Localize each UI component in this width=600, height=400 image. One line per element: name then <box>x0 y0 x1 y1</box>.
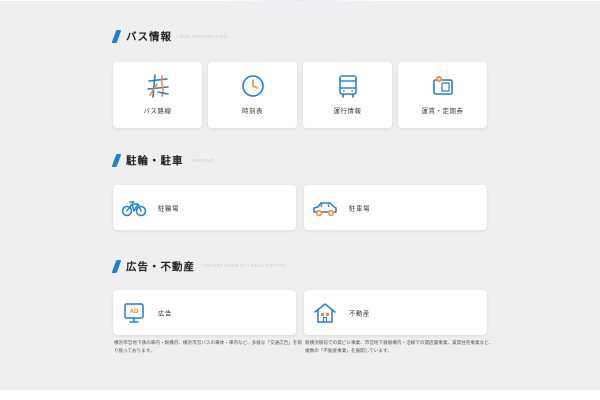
car-parking-card[interactable]: 駐車場 <box>304 185 487 230</box>
real-estate-label: 不動産 <box>349 310 370 317</box>
ad-badge-text: AD <box>130 309 139 315</box>
heading-slash-mark <box>111 259 122 273</box>
real-estate-description: 新横浜駅前での貸ビル事業、市営地下鉄駅構内・沿線での貸店舗事業、賃貸住宅事業など… <box>305 340 494 353</box>
bicycle-parking-card[interactable]: 駐輪場 <box>113 185 296 230</box>
section-title: バス情報 <box>126 30 172 43</box>
timetable-label: 時刻表 <box>242 108 263 115</box>
section-heading-ad: 広告・不動産 ADVERTISEMENT・REAL ESTATE <box>111 258 286 274</box>
real-estate-card[interactable]: 不動産 <box>304 290 487 335</box>
footer-strip <box>0 390 600 400</box>
ad-display-icon: AD <box>121 300 147 326</box>
section-title: 広告・不動産 <box>126 260 195 273</box>
bicycle-parking-label: 駐輪場 <box>158 205 179 212</box>
section-subtitle: ADVERTISEMENT・REAL ESTATE <box>203 263 286 268</box>
bus-route-label: バス路線 <box>143 108 172 115</box>
main-content: バス情報 BUS INFORMATION バス路線 時刻表 運行情報 運賃・定期… <box>0 1 600 390</box>
fare-pass-card[interactable]: 運賃・定期券 <box>398 62 487 128</box>
advertising-label: 広告 <box>158 310 172 317</box>
fare-pass-label: 運賃・定期券 <box>421 108 464 115</box>
bus-route-card[interactable]: バス路線 <box>113 62 202 128</box>
section-heading-bus: バス情報 BUS INFORMATION <box>111 28 228 44</box>
section-subtitle: BUS INFORMATION <box>180 33 228 39</box>
section-subtitle: PARKING <box>191 157 215 163</box>
fare-pass-card-icon <box>430 73 456 99</box>
advertising-card[interactable]: AD 広告 <box>113 290 296 335</box>
house-icon <box>312 300 338 326</box>
bus-icon <box>335 73 361 99</box>
timetable-card[interactable]: 時刻表 <box>208 62 297 128</box>
bicycle-icon <box>121 195 147 221</box>
heading-slash-mark <box>111 153 122 167</box>
service-info-card[interactable]: 運行情報 <box>303 62 392 128</box>
advertising-description: 横浜市営地下鉄の車内・駅構内、横浜市営バスの車体・車内など、多様な「交通広告」を… <box>114 340 303 353</box>
car-parking-label: 駐車場 <box>349 205 370 212</box>
section-title: 駐輪・駐車 <box>126 154 184 167</box>
bus-route-map-icon <box>145 73 171 99</box>
section-heading-parking: 駐輪・駐車 PARKING <box>111 152 215 168</box>
clock-icon <box>240 73 266 99</box>
car-icon <box>312 195 338 221</box>
service-info-label: 運行情報 <box>333 108 362 115</box>
heading-slash-mark <box>111 29 122 43</box>
